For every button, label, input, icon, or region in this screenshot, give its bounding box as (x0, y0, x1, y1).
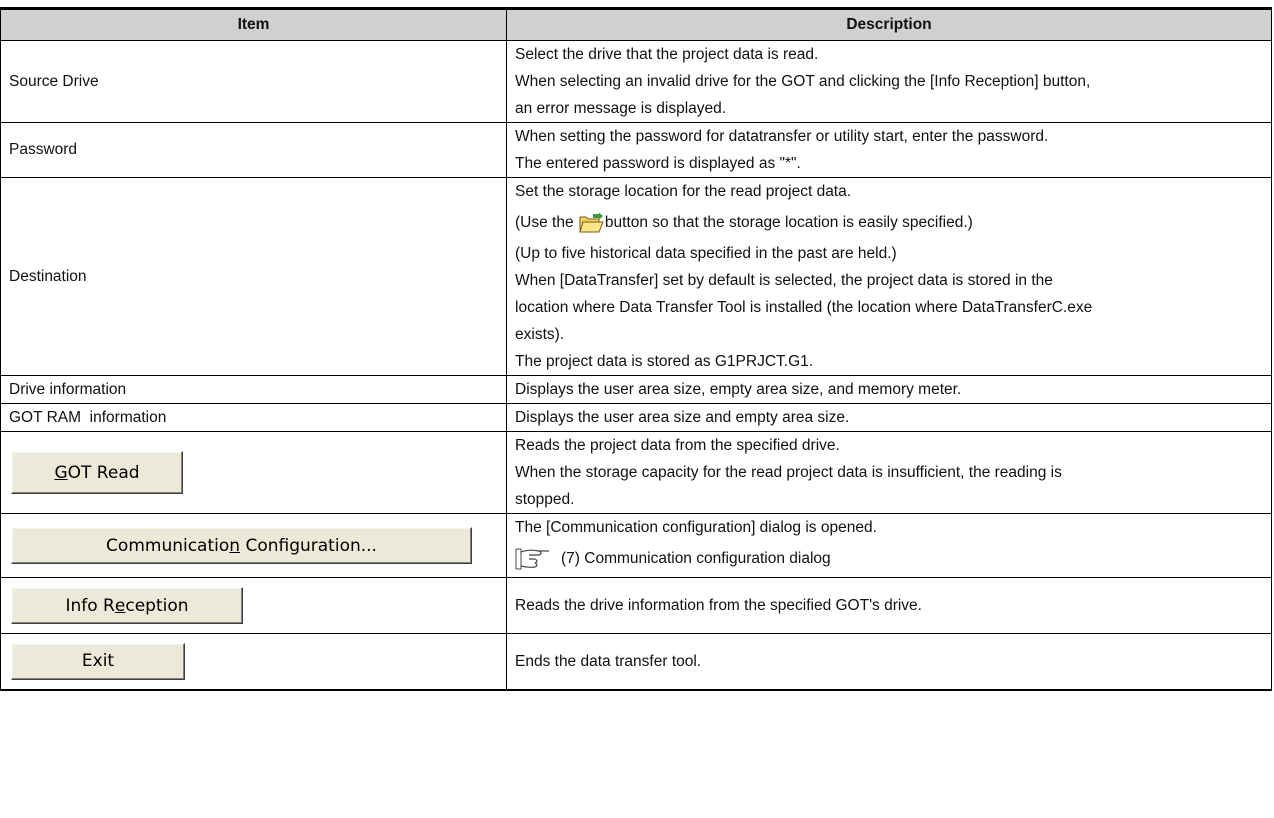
button-text: Configuration... (240, 535, 377, 556)
table-header-row: Item Description (0, 7, 1272, 41)
description-source-drive: Select the drive that the project data i… (506, 40, 1272, 123)
description-destination: Set the storage location for the read pr… (506, 177, 1272, 376)
description-communication-configuration: The [Communication configuration] dialog… (506, 513, 1272, 578)
table-row: Drive information Displays the user area… (0, 375, 1272, 404)
pointing-hand-icon (515, 548, 555, 570)
description-drive-information: Displays the user area size, empty area … (506, 375, 1272, 404)
description-line: Reads the project data from the specifie… (515, 437, 840, 454)
description-got-ram-information: Displays the user area size and empty ar… (506, 403, 1272, 432)
reference-line[interactable]: (7) Communication configuration dialog (515, 541, 1265, 577)
button-text: ception (125, 595, 189, 616)
description-line: Set the storage location for the read pr… (515, 183, 852, 200)
description-password: When setting the password for datatransf… (506, 122, 1272, 178)
got-read-button[interactable]: G OT Read (11, 451, 183, 494)
description-line: exists). (515, 326, 565, 343)
description-line-folder: (Use the button so that the storage loca… (515, 205, 1265, 240)
info-reception-button[interactable]: Info Re ception (11, 587, 243, 624)
table-row: Source Drive Select the drive that the p… (0, 40, 1272, 123)
item-got-ram-information: GOT RAM information (0, 403, 507, 432)
table-row: Exit Ends the data transfer tool. (0, 633, 1272, 691)
description-line: The [Communication configuration] dialog… (515, 519, 877, 536)
description-line: Select the drive that the project data i… (515, 46, 819, 63)
description-info-reception: Reads the drive information from the spe… (506, 577, 1272, 634)
button-accesskey: n (229, 535, 241, 556)
description-text: (Use the (515, 214, 578, 231)
description-line: Ends the data transfer tool. (515, 652, 702, 670)
button-text: Communicatio (106, 535, 230, 556)
header-item: Item (0, 7, 507, 41)
table-row: G OT Read Reads the project data from the… (0, 431, 1272, 514)
description-got-read: Reads the project data from the specifie… (506, 431, 1272, 514)
item-password: Password (0, 122, 507, 178)
button-text: OT Read (67, 462, 140, 483)
description-line: When the storage capacity for the read p… (515, 464, 1062, 481)
item-info-reception: Info Re ception (0, 577, 507, 634)
item-got-read: G OT Read (0, 431, 507, 514)
description-line: Displays the user area size, empty area … (515, 381, 962, 398)
communication-configuration-button[interactable]: Communicatio n Configuration... (11, 527, 472, 564)
description-line: The entered password is displayed as "*"… (515, 155, 801, 172)
description-line: Reads the drive information from the spe… (515, 597, 922, 614)
description-line: When selecting an invalid drive for the … (515, 73, 1091, 90)
description-line: When setting the password for datatransf… (515, 128, 1049, 145)
description-line: an error message is displayed. (515, 100, 727, 117)
header-description: Description (506, 7, 1272, 41)
table-row: Password When setting the password for d… (0, 122, 1272, 178)
item-description-table: Item Description Source Drive Select the… (0, 7, 1272, 691)
item-destination: Destination (0, 177, 507, 376)
description-line: When [DataTransfer] set by default is se… (515, 272, 1053, 289)
table-row: Info Re ception Reads the drive informati… (0, 577, 1272, 634)
item-source-drive: Source Drive (0, 40, 507, 123)
description-line: location where Data Transfer Tool is ins… (515, 299, 1093, 316)
folder-open-icon (579, 212, 604, 234)
button-accesskey: G (54, 462, 68, 483)
button-text: Exit (81, 651, 115, 672)
exit-button[interactable]: Exit (11, 642, 185, 680)
item-drive-information: Drive information (0, 375, 507, 404)
item-exit: Exit (0, 633, 507, 691)
table-row: Communicatio n Configuration... The [Comm… (0, 513, 1272, 578)
description-text: button so that the storage location is e… (604, 214, 973, 231)
table-row: GOT RAM information Displays the user ar… (0, 403, 1272, 432)
description-line: The project data is stored as G1PRJCT.G1… (515, 353, 814, 370)
reference-text: (7) Communication configuration dialog (561, 550, 831, 567)
description-exit: Ends the data transfer tool. (506, 633, 1272, 691)
description-line: (Up to five historical data specified in… (515, 245, 897, 262)
button-accesskey: e (114, 595, 126, 616)
item-communication-configuration: Communicatio n Configuration... (0, 513, 507, 578)
description-line: Displays the user area size and empty ar… (515, 409, 850, 426)
button-text: Info R (65, 595, 115, 616)
table-row: Destination Set the storage location for… (0, 177, 1272, 376)
description-line: stopped. (515, 491, 575, 508)
